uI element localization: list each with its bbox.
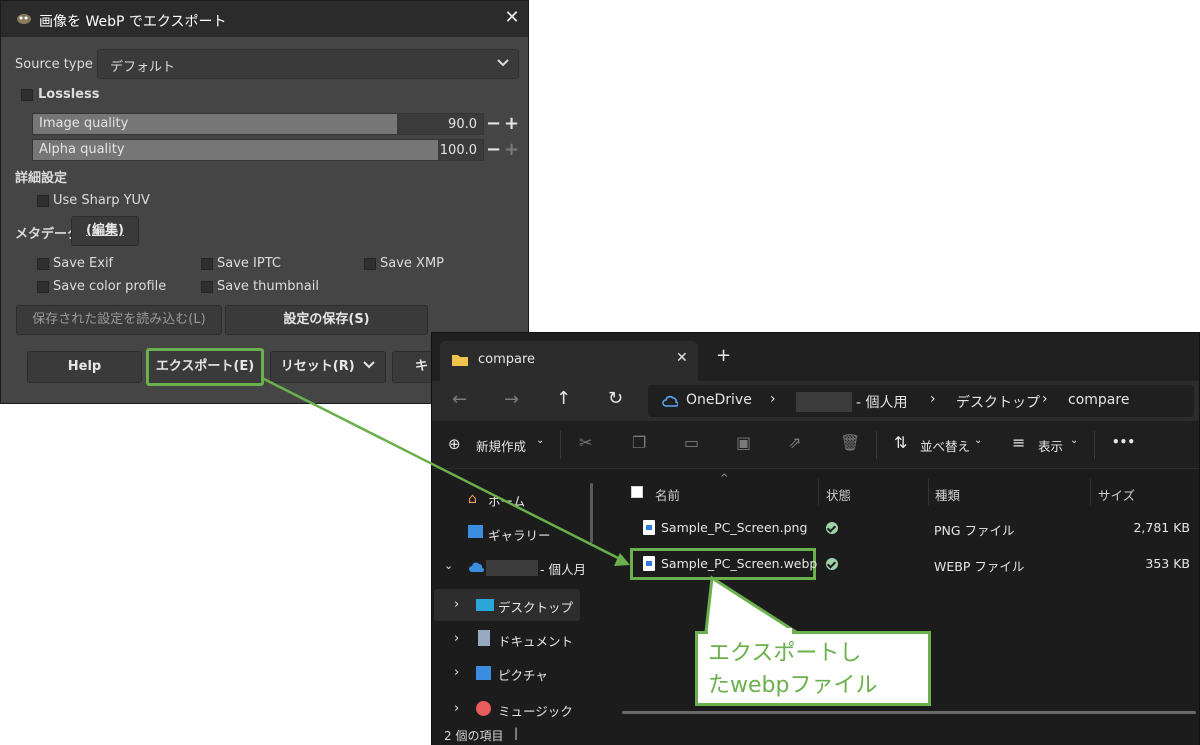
annotation-arrow	[261, 376, 802, 634]
callout-box: エクスポートし たwebpファイル	[695, 631, 931, 706]
callout-line-1: エクスポートし	[708, 641, 862, 666]
callout-pointer-mask	[708, 628, 792, 634]
callout-line-2: たwebpファイル	[708, 673, 878, 698]
